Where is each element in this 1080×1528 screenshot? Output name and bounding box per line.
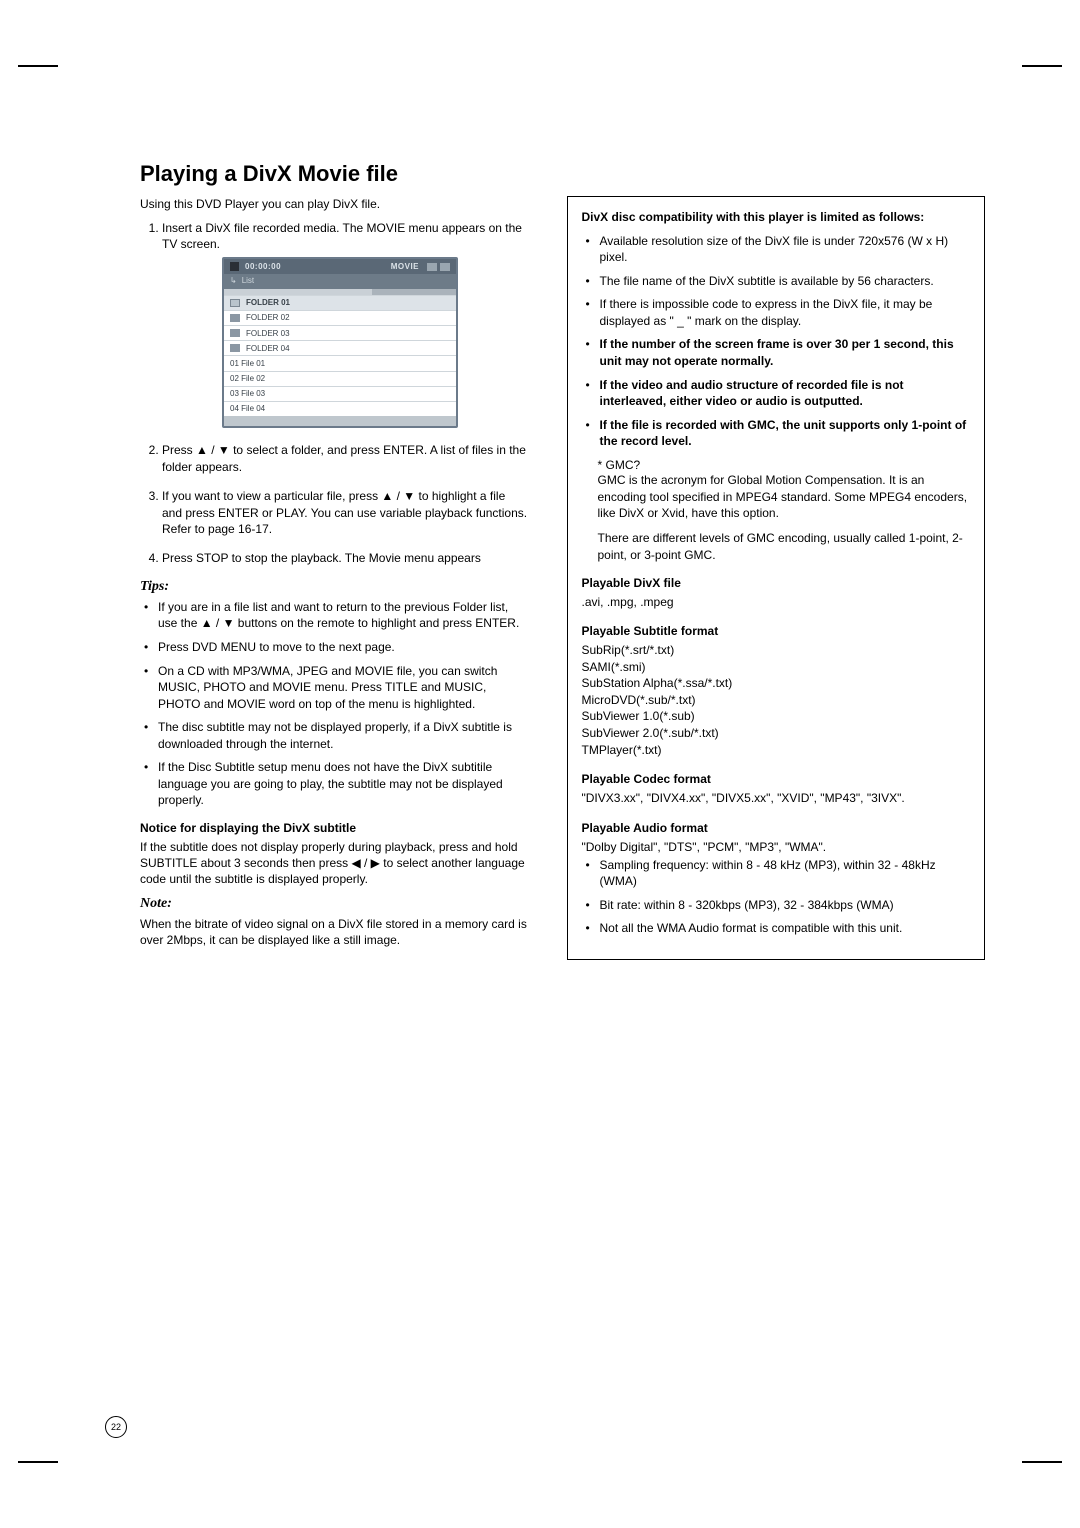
note-body: When the bitrate of video signal on a Di… bbox=[140, 916, 529, 948]
compat-item: If there is impossible code to express i… bbox=[600, 296, 971, 329]
menu-row: 04 File 04 bbox=[224, 401, 456, 416]
compat-text: If the video and audio structure of reco… bbox=[600, 378, 904, 409]
menu-tab-icon bbox=[440, 263, 450, 271]
menu-row: FOLDER 02 bbox=[224, 310, 456, 325]
menu-row: 03 File 03 bbox=[224, 386, 456, 401]
row-text: FOLDER 02 bbox=[246, 312, 290, 323]
tip-item: Press DVD MENU to move to the next page. bbox=[158, 639, 529, 656]
audio-format-intro: "Dolby Digital", "DTS", "PCM", "MP3", "W… bbox=[582, 839, 971, 855]
notice-body: If the subtitle does not display properl… bbox=[140, 839, 529, 888]
tip-item: On a CD with MP3/WMA, JPEG and MOVIE fil… bbox=[158, 663, 529, 713]
step-4: Press STOP to stop the playback. The Mov… bbox=[162, 550, 529, 567]
row-text: FOLDER 03 bbox=[246, 328, 290, 339]
crop-mark bbox=[18, 1461, 58, 1463]
list-arrow-icon: ↳ bbox=[230, 275, 237, 286]
codec-format-list: "DIVX3.xx", "DIVX4.xx", "DIVX5.xx", "XVI… bbox=[582, 790, 971, 807]
menu-row: 01 File 01 bbox=[224, 355, 456, 370]
codec-format-heading: Playable Codec format bbox=[582, 772, 971, 786]
audio-format-list: Sampling frequency: within 8 - 48 kHz (M… bbox=[582, 857, 971, 937]
menu-rows: FOLDER 01 FOLDER 02 FOLDER 03 FOLDER 04 … bbox=[224, 295, 456, 417]
step-2: Press ▲ / ▼ to select a folder, and pres… bbox=[162, 442, 529, 476]
subtitle-format-list: SubRip(*.srt/*.txt) SAMI(*.smi) SubStati… bbox=[582, 642, 971, 758]
audio-format-heading: Playable Audio format bbox=[582, 821, 971, 835]
compat-heading: DivX disc compatibility with this player… bbox=[582, 209, 971, 225]
step-3: If you want to view a particular file, p… bbox=[162, 488, 529, 538]
compat-item: Available resolution size of the DivX fi… bbox=[600, 233, 971, 266]
tips-list: If you are in a file list and want to re… bbox=[140, 599, 529, 809]
compat-text: If the number of the screen frame is ove… bbox=[600, 337, 954, 368]
movie-menu-preview: 00:00:00 MOVIE ↳ List bbox=[222, 257, 458, 428]
row-text: FOLDER 01 bbox=[246, 297, 290, 308]
audio-item: Sampling frequency: within 8 - 48 kHz (M… bbox=[600, 857, 971, 890]
menu-row: FOLDER 03 bbox=[224, 325, 456, 340]
menu-sub: ↳ List bbox=[224, 274, 456, 288]
divx-file-heading: Playable DivX file bbox=[582, 576, 971, 590]
intro-text: Using this DVD Player you can play DivX … bbox=[140, 196, 529, 212]
crop-mark bbox=[1022, 65, 1062, 67]
compat-item: The file name of the DivX subtitle is av… bbox=[600, 273, 971, 290]
menu-tab-icon bbox=[427, 263, 437, 271]
menu-row: 02 File 02 bbox=[224, 371, 456, 386]
tip-item: If the Disc Subtitle setup menu does not… bbox=[158, 759, 529, 809]
tip-text: If you are in a file list and want to re… bbox=[158, 600, 519, 631]
menu-time: 00:00:00 bbox=[245, 261, 391, 272]
gmc-star: * GMC? bbox=[598, 458, 971, 472]
menu-label: MOVIE bbox=[391, 261, 419, 272]
menu-sub-label: List bbox=[242, 275, 254, 286]
crop-mark bbox=[1022, 1461, 1062, 1463]
menu-header: 00:00:00 MOVIE bbox=[224, 259, 456, 274]
compat-list: Available resolution size of the DivX fi… bbox=[582, 233, 971, 450]
tip-item: The disc subtitle may not be displayed p… bbox=[158, 719, 529, 752]
row-text: FOLDER 04 bbox=[246, 343, 290, 354]
compat-item: If the number of the screen frame is ove… bbox=[600, 336, 971, 369]
compat-text: If the file is recorded with GMC, the un… bbox=[600, 418, 967, 449]
row-text: 04 File 04 bbox=[230, 403, 265, 414]
crop-mark bbox=[18, 65, 58, 67]
compat-item: If the file is recorded with GMC, the un… bbox=[600, 417, 971, 450]
row-text: 02 File 02 bbox=[230, 373, 265, 384]
page-title: Playing a DivX Movie file bbox=[140, 160, 985, 188]
page-number: 22 bbox=[105, 1416, 127, 1438]
row-text: 03 File 03 bbox=[230, 388, 265, 399]
audio-item: Not all the WMA Audio format is compatib… bbox=[600, 920, 971, 937]
stop-icon bbox=[230, 262, 239, 271]
compat-item: If the video and audio structure of reco… bbox=[600, 377, 971, 410]
subtitle-format-heading: Playable Subtitle format bbox=[582, 624, 971, 638]
row-text: 01 File 01 bbox=[230, 358, 265, 369]
folder-icon bbox=[230, 314, 240, 322]
folder-open-icon bbox=[230, 299, 240, 307]
divx-file-ext: .avi, .mpg, .mpeg bbox=[582, 594, 971, 611]
tips-heading: Tips: bbox=[140, 579, 529, 595]
folder-icon bbox=[230, 329, 240, 337]
steps-list: Insert a DivX file recorded media. The M… bbox=[140, 220, 529, 567]
menu-row: FOLDER 01 bbox=[224, 295, 456, 310]
note-heading: Note: bbox=[140, 896, 529, 912]
step-text: Insert a DivX file recorded media. The M… bbox=[162, 221, 522, 252]
notice-heading: Notice for displaying the DivX subtitle bbox=[140, 821, 529, 835]
audio-item: Bit rate: within 8 - 320kbps (MP3), 32 -… bbox=[600, 897, 971, 914]
gmc-body: There are different levels of GMC encodi… bbox=[598, 530, 971, 564]
step-1: Insert a DivX file recorded media. The M… bbox=[162, 220, 529, 428]
menu-row: FOLDER 04 bbox=[224, 340, 456, 355]
tip-item: If you are in a file list and want to re… bbox=[158, 599, 529, 632]
gmc-body: GMC is the acronym for Global Motion Com… bbox=[598, 472, 971, 522]
folder-icon bbox=[230, 344, 240, 352]
menu-footer bbox=[224, 416, 456, 426]
